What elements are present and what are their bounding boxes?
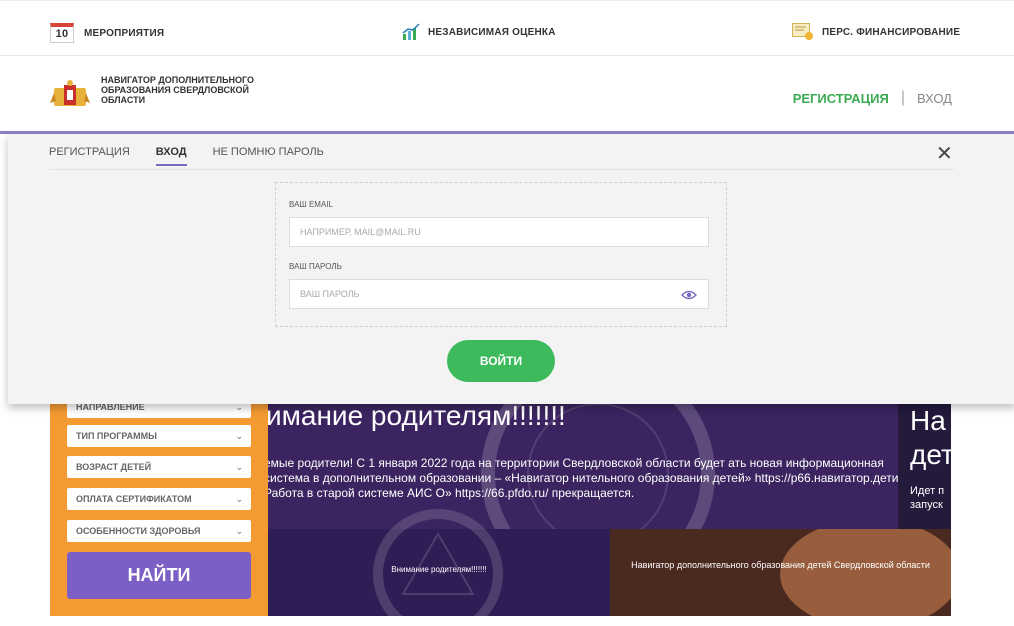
- close-icon[interactable]: ✕: [936, 144, 953, 164]
- calendar-icon: 10: [50, 23, 74, 43]
- top-bar: 10 МЕРОПРИЯТИЯ НЕЗАВИСИМАЯ ОЦЕНКА ПЕРС. …: [0, 0, 1014, 56]
- tabs-divider: [49, 169, 954, 170]
- search-filters-panel: НАПРАВЛЕНИЕ ⌄ ТИП ПРОГРАММЫ ⌄ ВОЗРАСТ ДЕ…: [50, 396, 268, 616]
- assessment-link[interactable]: НЕЗАВИСИМАЯ ОЦЕНКА: [402, 23, 556, 41]
- email-label: ВАШ EMAIL: [289, 200, 333, 209]
- events-label: МЕРОПРИЯТИЯ: [84, 27, 165, 39]
- news-card-caption: Внимание родителям!!!!!!!: [391, 565, 487, 574]
- chevron-down-icon: ⌄: [235, 526, 243, 536]
- tab-login[interactable]: ВХОД: [155, 146, 187, 166]
- password-label: ВАШ ПАРОЛЬ: [289, 262, 342, 271]
- news-card-attention[interactable]: Внимание родителям!!!!!!!: [268, 509, 610, 626]
- tab-forgot-password[interactable]: НЕ ПОМНЮ ПАРОЛЬ: [213, 146, 324, 166]
- site-name: НАВИГАТОР ДОПОЛНИТЕЛЬНОГО ОБРАЗОВАНИЯ СВ…: [101, 75, 255, 105]
- certificate-icon: [792, 23, 813, 40]
- news-banner-right[interactable]: На дет Идет п запуск: [898, 404, 951, 529]
- login-form: ВАШ EMAIL ВАШ ПАРОЛЬ: [275, 182, 727, 327]
- funding-label: ПЕРС. ФИНАНСИРОВАНИЕ: [822, 26, 961, 38]
- filter-health-features[interactable]: ОСОБЕННОСТИ ЗДОРОВЬЯ ⌄: [67, 520, 251, 542]
- auth-links: РЕГИСТРАЦИЯ | ВХОД: [793, 89, 952, 107]
- news-card-navigator[interactable]: Навигатор дополнительного образования де…: [610, 529, 951, 616]
- chevron-down-icon: ⌄: [235, 462, 243, 472]
- photo-background: [780, 529, 951, 616]
- login-submit-button[interactable]: ВОЙТИ: [447, 340, 555, 382]
- filter-program-type[interactable]: ТИП ПРОГРАММЫ ⌄: [67, 425, 251, 447]
- banner-right-title: На дет: [910, 405, 951, 470]
- banner-title: имание родителям!!!!!!!: [268, 404, 566, 431]
- modal-tabs: РЕГИСТРАЦИЯ ВХОД НЕ ПОМНЮ ПАРОЛЬ: [49, 146, 350, 166]
- tab-registration[interactable]: РЕГИСТРАЦИЯ: [49, 146, 130, 166]
- page-bottom: [0, 616, 1014, 626]
- banner-text: емые родители! С 1 января 2022 года на т…: [268, 456, 898, 500]
- login-modal: РЕГИСТРАЦИЯ ВХОД НЕ ПОМНЮ ПАРОЛЬ ✕ ВАШ E…: [8, 134, 1014, 404]
- filter-certificate-payment[interactable]: ОПЛАТА СЕРТИФИКАТОМ ⌄: [67, 488, 251, 510]
- login-link[interactable]: ВХОД: [917, 91, 952, 106]
- banner-right-text: Идет п запуск: [910, 485, 945, 511]
- auth-separator: |: [900, 89, 906, 106]
- find-button[interactable]: НАЙТИ: [67, 552, 251, 599]
- filter-child-age[interactable]: ВОЗРАСТ ДЕТЕЙ ⌄: [67, 456, 251, 478]
- funding-link[interactable]: ПЕРС. ФИНАНСИРОВАНИЕ: [792, 23, 960, 41]
- register-link[interactable]: РЕГИСТРАЦИЯ: [793, 91, 889, 106]
- chevron-down-icon: ⌄: [235, 494, 243, 504]
- chart-icon: [402, 23, 420, 40]
- chevron-down-icon: ⌄: [235, 431, 243, 441]
- coat-of-arms-logo[interactable]: [50, 79, 90, 109]
- eye-icon[interactable]: [681, 290, 697, 300]
- news-card-caption: Навигатор дополнительного образования де…: [631, 560, 930, 570]
- events-link[interactable]: 10 МЕРОПРИЯТИЯ: [50, 23, 164, 43]
- password-field[interactable]: [289, 279, 709, 309]
- assessment-label: НЕЗАВИСИМАЯ ОЦЕНКА: [428, 26, 556, 38]
- email-field[interactable]: [289, 217, 709, 247]
- site-header: НАВИГАТОР ДОПОЛНИТЕЛЬНОГО ОБРАЗОВАНИЯ СВ…: [0, 57, 1014, 131]
